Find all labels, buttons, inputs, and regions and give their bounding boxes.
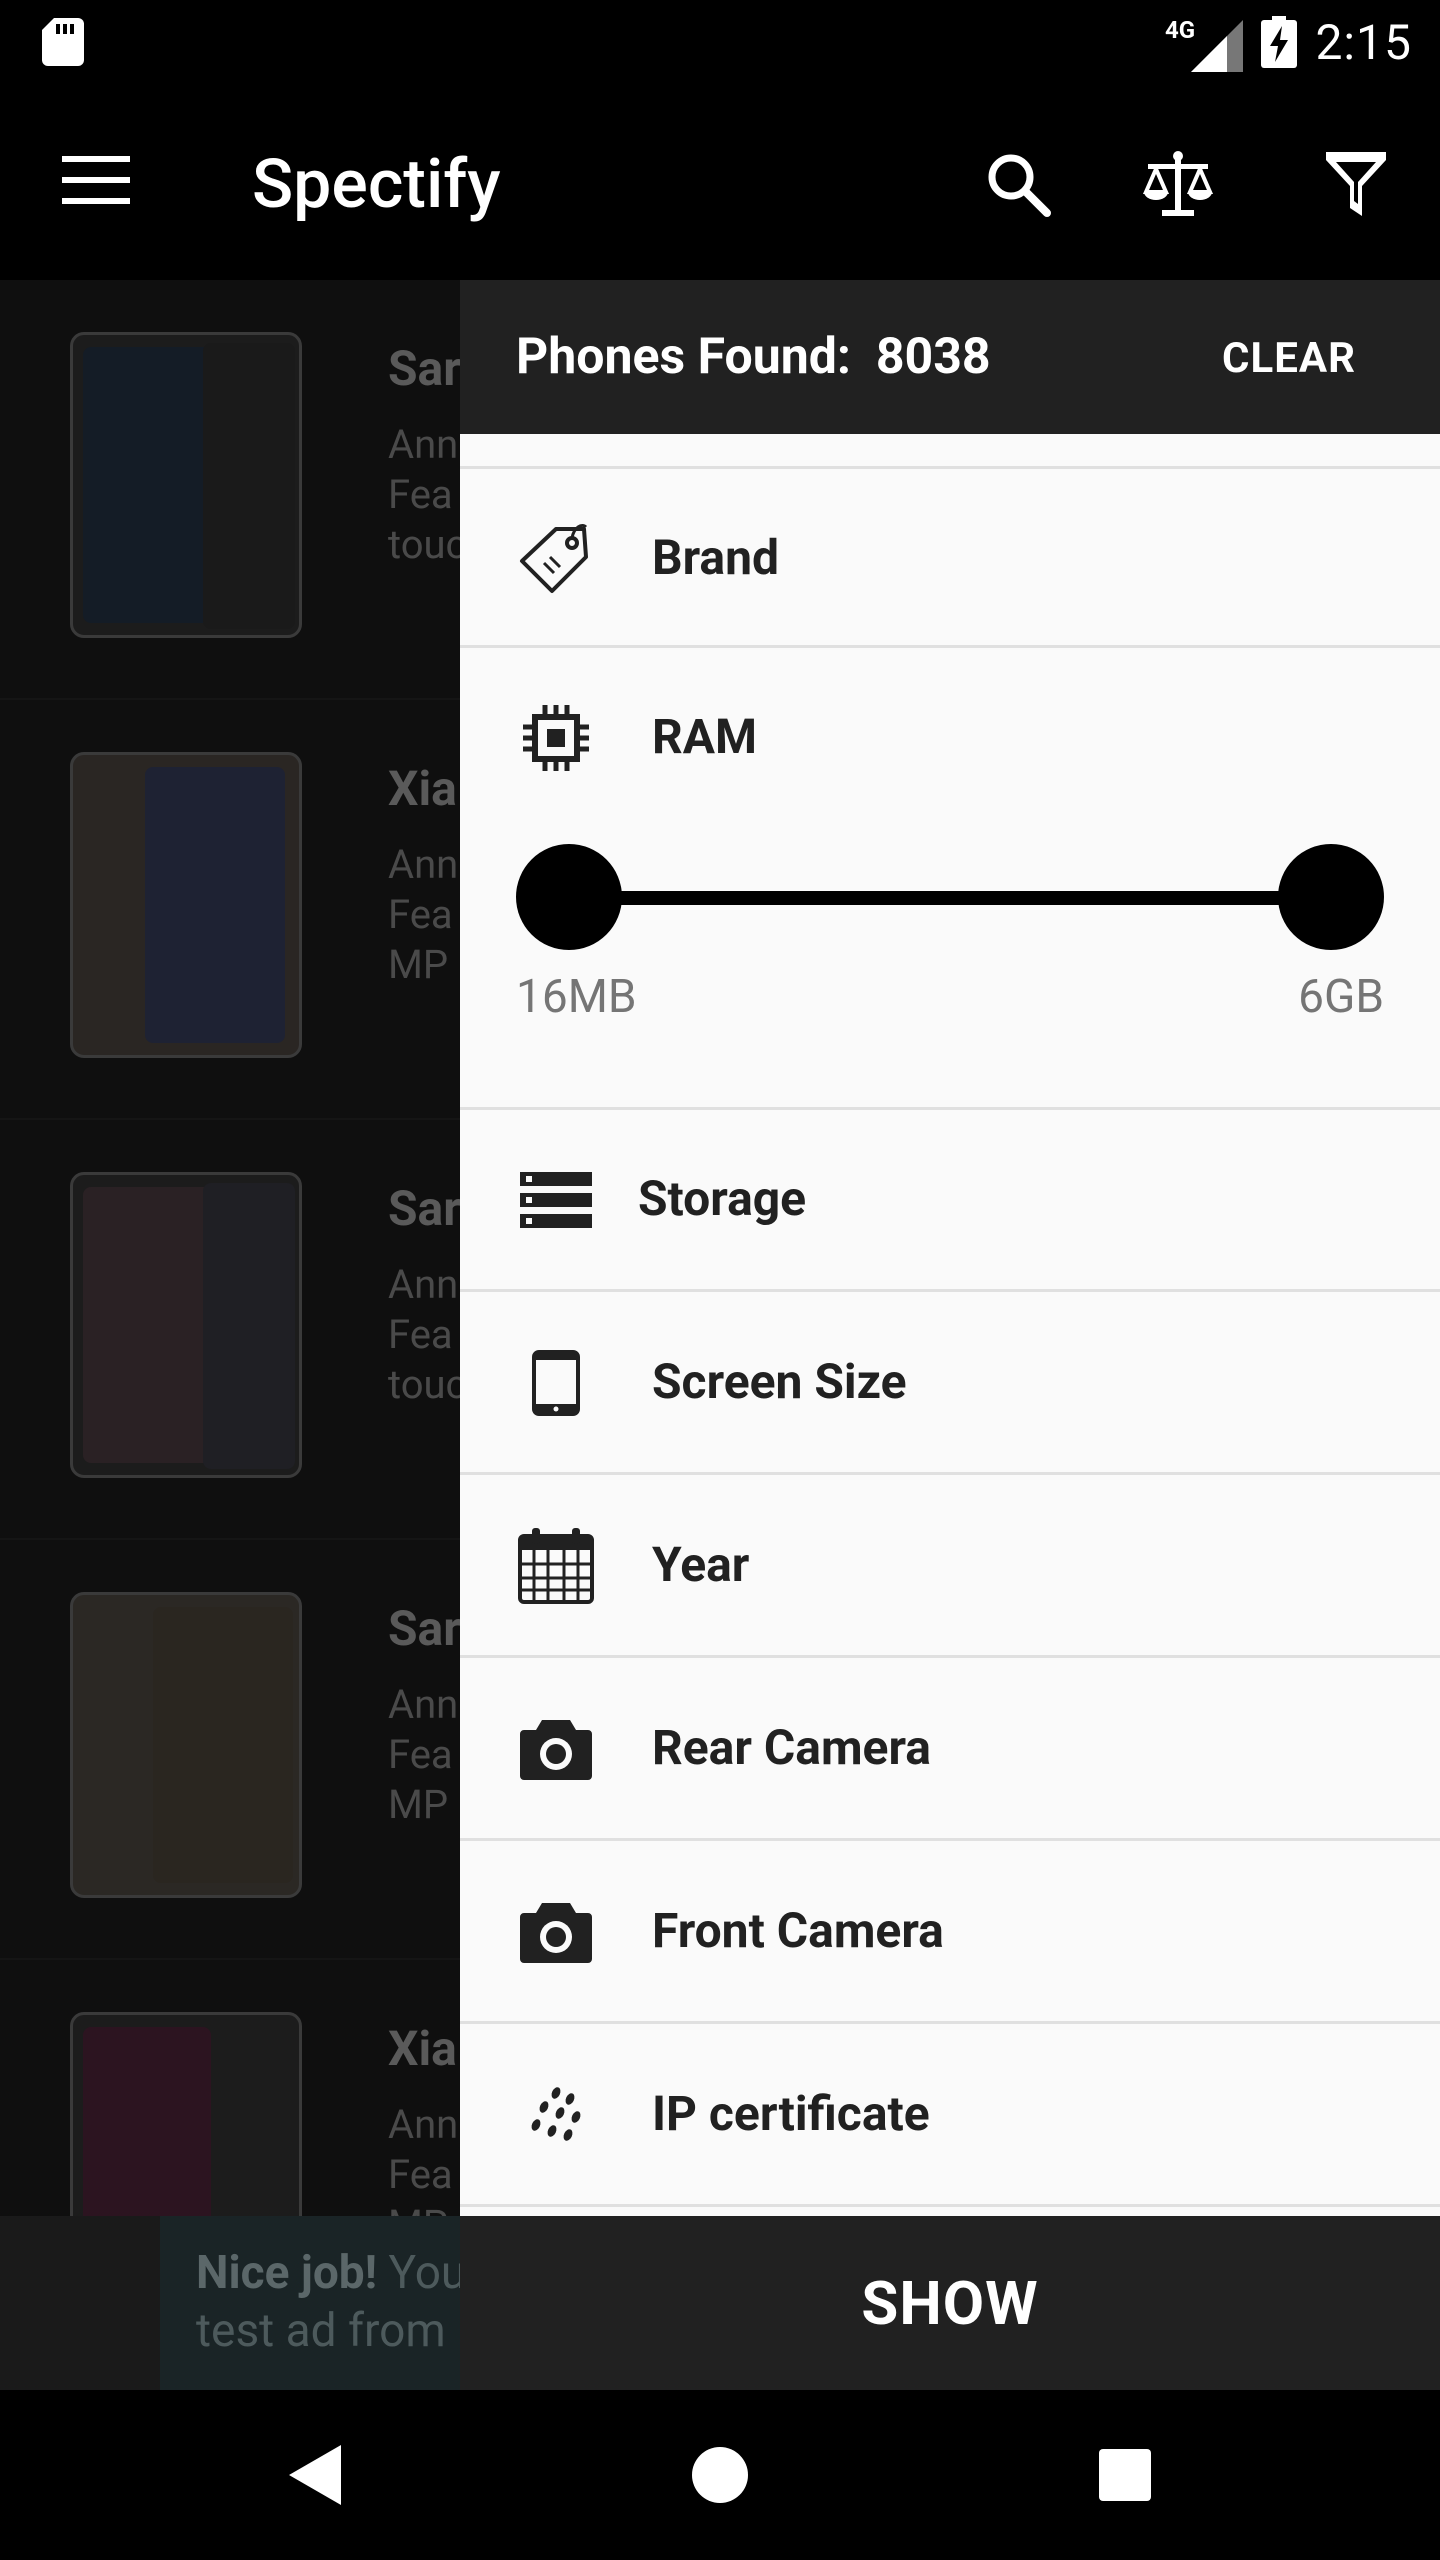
ram-header[interactable]: RAM	[460, 648, 1440, 828]
water-drops-icon	[516, 2075, 596, 2155]
list-item[interactable]: Sar Ann Fea touc	[0, 280, 460, 700]
chip-icon	[516, 698, 596, 778]
filter-drawer: Phones Found: 8038 CLEAR Brand RAM 16MB …	[460, 280, 1440, 2390]
camera-icon	[516, 1892, 596, 1972]
filter-label: Year	[652, 1536, 750, 1593]
clear-button[interactable]: CLEAR	[1222, 334, 1356, 383]
battery-charging-icon	[1261, 16, 1298, 68]
search-icon	[988, 154, 1051, 217]
phone-thumbnail	[70, 1592, 302, 1898]
app-bar: Spectify	[0, 84, 1440, 280]
phone-thumbnail	[70, 752, 302, 1058]
back-icon	[289, 2445, 341, 2505]
filter-label: Rear Camera	[652, 1719, 931, 1776]
sd-card-icon	[42, 18, 84, 66]
phone-desc: AnnFeaMP	[388, 1681, 459, 1828]
show-button[interactable]: SHOW	[460, 2216, 1440, 2390]
back-button[interactable]	[270, 2430, 360, 2520]
phone-desc: Ann Fea touc	[388, 421, 460, 568]
ad-text: Nice job! You test ad from	[160, 2216, 460, 2392]
phone-thumbnail	[70, 332, 302, 638]
signal-icon	[1191, 20, 1244, 72]
filter-icon	[1326, 152, 1386, 216]
compare-button[interactable]	[1130, 136, 1226, 232]
show-button-label: SHOW	[861, 2267, 1039, 2339]
tag-icon	[516, 519, 596, 599]
phones-found-text: Phones Found: 8038	[516, 328, 991, 386]
filter-screen-size[interactable]: Screen Size	[460, 1293, 1440, 1475]
phone-thumbnail	[70, 1172, 302, 1478]
calendar-icon	[516, 1526, 596, 1606]
menu-icon[interactable]	[62, 154, 130, 206]
ram-slider-track[interactable]	[570, 891, 1330, 905]
ram-slider-min-handle[interactable]	[516, 844, 622, 950]
home-icon	[692, 2447, 748, 2503]
phone-screen-icon	[516, 1343, 596, 1423]
navigation-bar	[0, 2390, 1440, 2560]
filter-front-camera[interactable]: Front Camera	[460, 1842, 1440, 2024]
camera-icon	[516, 1709, 596, 1789]
filter-storage[interactable]: Storage	[460, 1110, 1440, 1292]
filter-label: Front Camera	[652, 1902, 944, 1959]
phone-list: Sar Ann Fea touc Xia Ann Fea MP Sar Ann Fea to…	[0, 280, 460, 2390]
ram-max-label: 6GB	[1298, 970, 1384, 1024]
ad-banner[interactable]: Nice job! You test ad from	[0, 2216, 460, 2392]
filter-label: Screen Size	[652, 1353, 907, 1410]
filter-rear-camera[interactable]: Rear Camera	[460, 1659, 1440, 1841]
filter-ip-certificate[interactable]: IP certificate	[460, 2025, 1440, 2207]
list-item[interactable]: Xia AnnFeaMP	[0, 700, 460, 1120]
phone-name: Xia	[388, 760, 457, 817]
recents-icon	[1099, 2449, 1151, 2501]
filter-button[interactable]	[1308, 136, 1404, 232]
filter-label: Storage	[638, 1170, 807, 1227]
phone-name: Sar	[388, 1600, 460, 1657]
status-bar: 4G 2:15	[0, 0, 1440, 84]
filter-brand[interactable]: Brand	[460, 466, 1440, 648]
phone-name: Xia	[388, 2020, 457, 2077]
list-item[interactable]: Sar Ann Fea touc	[0, 1120, 460, 1540]
filter-label: RAM	[652, 708, 758, 765]
recents-button[interactable]	[1080, 2430, 1170, 2520]
phone-name: Sar	[388, 340, 460, 397]
drawer-header: Phones Found: 8038 CLEAR	[460, 280, 1440, 434]
phone-name: Sar	[388, 1180, 460, 1237]
ram-slider-max-handle[interactable]	[1278, 844, 1384, 950]
search-button[interactable]	[970, 136, 1066, 232]
ram-min-label: 16MB	[516, 970, 637, 1024]
home-button[interactable]	[675, 2430, 765, 2520]
app-title: Spectify	[252, 144, 501, 224]
filter-label: IP certificate	[652, 2085, 930, 2142]
phone-desc: Ann Fea touc	[388, 1261, 460, 1408]
storage-icon	[516, 1160, 596, 1240]
ad-pattern	[0, 2216, 160, 2392]
filter-ram: RAM 16MB 6GB	[460, 648, 1440, 1110]
phone-desc: AnnFeaMP	[388, 841, 459, 988]
filter-label: Brand	[652, 529, 780, 586]
filter-year[interactable]: Year	[460, 1476, 1440, 1658]
status-clock: 2:15	[1315, 13, 1412, 71]
compare-scale-icon	[1142, 151, 1214, 216]
list-item[interactable]: Sar Ann Fea MP	[0, 1540, 460, 1960]
